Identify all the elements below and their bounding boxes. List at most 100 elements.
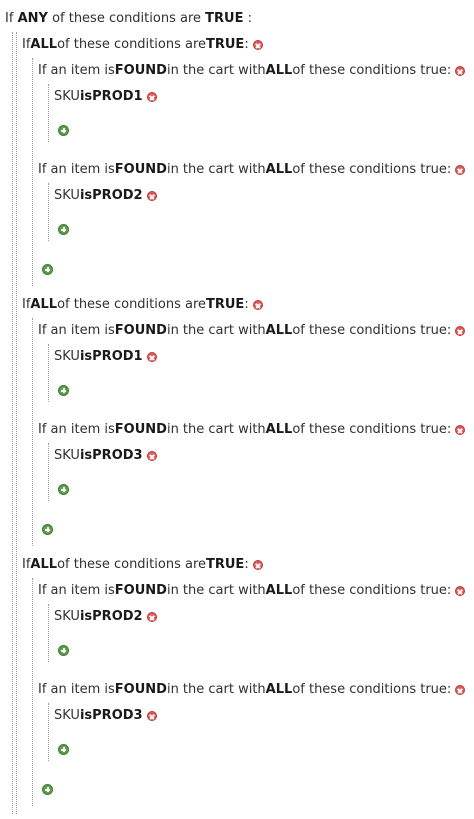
sku-condition-line: SKUisPROD1 <box>54 348 157 366</box>
found-item-condition-line: If an item isFOUNDin the cart withALLof … <box>38 161 466 179</box>
if-an-item-is-text: If an item is <box>38 323 115 338</box>
in-the-cart-with-text: in the cart with <box>166 682 266 697</box>
operator-is[interactable]: is <box>80 89 92 104</box>
aggregator-all[interactable]: ALL <box>30 557 57 572</box>
value-found[interactable]: FOUND <box>115 682 167 697</box>
tree-line <box>12 32 13 814</box>
add-condition-icon[interactable] <box>58 385 69 396</box>
remove-condition-icon[interactable] <box>455 165 466 175</box>
root-condition-line: If ANY of these conditions are TRUE : <box>5 10 252 28</box>
colon-text: : <box>247 11 252 26</box>
tree-line <box>32 578 33 806</box>
tree-line <box>16 32 17 814</box>
value-found[interactable]: FOUND <box>115 162 167 177</box>
conditions-true-text: of these conditions true: <box>292 422 452 437</box>
condition-group-line: IfALLof these conditions areTRUE: <box>22 36 263 54</box>
sku-condition-line: SKUisPROD3 <box>54 707 157 725</box>
aggregator-all[interactable]: ALL <box>266 63 293 78</box>
conditions-text: of these conditions are <box>57 557 206 572</box>
sku-value[interactable]: PROD3 <box>92 708 142 723</box>
if-an-item-is-text: If an item is <box>38 63 115 78</box>
aggregator-all[interactable]: ALL <box>266 583 293 598</box>
remove-condition-icon[interactable] <box>146 92 157 102</box>
found-item-condition-line: If an item isFOUNDin the cart withALLof … <box>38 421 466 439</box>
remove-condition-icon[interactable] <box>252 560 263 570</box>
remove-condition-icon[interactable] <box>252 40 263 50</box>
sku-condition-line: SKUisPROD2 <box>54 187 157 205</box>
operator-is[interactable]: is <box>80 188 92 203</box>
value-found[interactable]: FOUND <box>115 63 167 78</box>
remove-condition-icon[interactable] <box>146 451 157 461</box>
remove-condition-icon[interactable] <box>146 612 157 622</box>
tree-line <box>48 344 49 402</box>
value-true[interactable]: TRUE <box>206 557 244 572</box>
value-found[interactable]: FOUND <box>115 583 167 598</box>
colon-text: : <box>244 557 249 572</box>
value-found[interactable]: FOUND <box>115 422 167 437</box>
add-condition-icon[interactable] <box>58 744 69 755</box>
found-item-condition-line: If an item isFOUNDin the cart withALLof … <box>38 62 466 80</box>
remove-condition-icon[interactable] <box>252 300 263 310</box>
remove-condition-icon[interactable] <box>146 711 157 721</box>
conditions-text: of these conditions are <box>57 37 206 52</box>
sku-value[interactable]: PROD3 <box>92 448 142 463</box>
operator-is[interactable]: is <box>80 609 92 624</box>
if-an-item-is-text: If an item is <box>38 682 115 697</box>
add-condition-icon[interactable] <box>42 784 53 795</box>
sku-condition-line: SKUisPROD3 <box>54 447 157 465</box>
remove-condition-icon[interactable] <box>455 66 466 76</box>
operator-is[interactable]: is <box>80 448 92 463</box>
colon-text: : <box>244 37 249 52</box>
sku-attribute[interactable]: SKU <box>54 448 80 463</box>
if-an-item-is-text: If an item is <box>38 583 115 598</box>
value-true[interactable]: TRUE <box>205 11 243 26</box>
conditions-text: of these conditions are <box>52 11 201 26</box>
sku-condition-line: SKUisPROD2 <box>54 608 157 626</box>
sku-attribute[interactable]: SKU <box>54 188 80 203</box>
sku-value[interactable]: PROD1 <box>92 349 142 364</box>
remove-condition-icon[interactable] <box>455 586 466 596</box>
conditions-true-text: of these conditions true: <box>292 162 452 177</box>
operator-is[interactable]: is <box>80 708 92 723</box>
add-condition-icon[interactable] <box>42 264 53 275</box>
aggregator-all[interactable]: ALL <box>266 323 293 338</box>
tree-line <box>32 58 33 286</box>
value-true[interactable]: TRUE <box>206 297 244 312</box>
sku-attribute[interactable]: SKU <box>54 349 80 364</box>
found-item-condition-line: If an item isFOUNDin the cart withALLof … <box>38 582 466 600</box>
sku-attribute[interactable]: SKU <box>54 89 80 104</box>
remove-condition-icon[interactable] <box>455 685 466 695</box>
remove-condition-icon[interactable] <box>146 191 157 201</box>
add-condition-icon[interactable] <box>58 645 69 656</box>
in-the-cart-with-text: in the cart with <box>166 422 266 437</box>
conditions-true-text: of these conditions true: <box>292 583 452 598</box>
operator-is[interactable]: is <box>80 349 92 364</box>
aggregator-all[interactable]: ALL <box>30 37 57 52</box>
add-condition-icon[interactable] <box>58 224 69 235</box>
in-the-cart-with-text: in the cart with <box>166 583 266 598</box>
conditions-true-text: of these conditions true: <box>292 63 452 78</box>
sku-value[interactable]: PROD2 <box>92 188 142 203</box>
tree-line <box>48 703 49 761</box>
remove-condition-icon[interactable] <box>455 425 466 435</box>
condition-group-line: IfALLof these conditions areTRUE: <box>22 556 263 574</box>
add-condition-icon[interactable] <box>58 484 69 495</box>
sku-value[interactable]: PROD1 <box>92 89 142 104</box>
value-found[interactable]: FOUND <box>115 323 167 338</box>
value-true[interactable]: TRUE <box>206 37 244 52</box>
add-condition-icon[interactable] <box>42 524 53 535</box>
aggregator-all[interactable]: ALL <box>266 162 293 177</box>
aggregator-all[interactable]: ALL <box>30 297 57 312</box>
sku-attribute[interactable]: SKU <box>54 708 80 723</box>
if-an-item-is-text: If an item is <box>38 422 115 437</box>
add-condition-icon[interactable] <box>58 125 69 136</box>
tree-line <box>48 183 49 241</box>
if-an-item-is-text: If an item is <box>38 162 115 177</box>
remove-condition-icon[interactable] <box>455 326 466 336</box>
remove-condition-icon[interactable] <box>146 352 157 362</box>
aggregator-all[interactable]: ALL <box>266 422 293 437</box>
aggregator-all[interactable]: ALL <box>266 682 293 697</box>
aggregator-any[interactable]: ANY <box>18 11 48 26</box>
sku-value[interactable]: PROD2 <box>92 609 142 624</box>
sku-attribute[interactable]: SKU <box>54 609 80 624</box>
